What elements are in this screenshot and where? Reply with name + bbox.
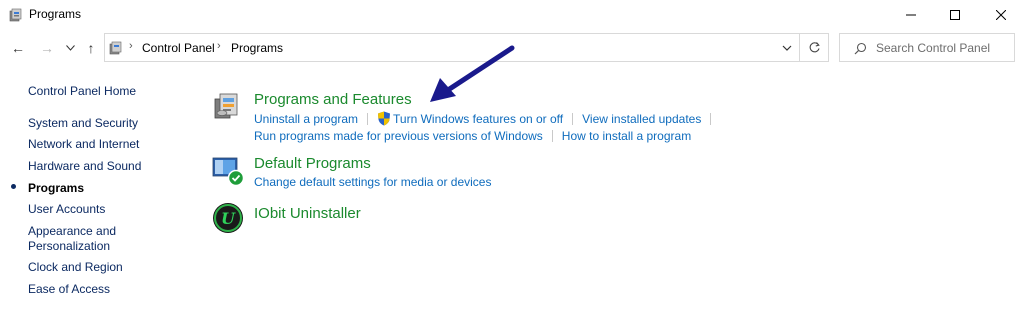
minimize-button[interactable] [888,0,934,30]
breadcrumb-separator[interactable]: › [129,40,133,52]
link-divider [551,130,553,142]
forward-button[interactable]: → [37,38,57,58]
sidebar-item-appearance-line1[interactable]: Appearance and [28,224,116,239]
control-panel-icon [9,8,22,22]
recent-locations-button[interactable] [60,38,80,58]
title-bar: Programs [0,0,1024,30]
refresh-button[interactable] [800,33,829,62]
sidebar-item-control-panel-home[interactable]: Control Panel Home [28,84,136,99]
up-arrow-icon: ↑ [87,40,95,56]
programs-and-features-title[interactable]: Programs and Features [254,91,412,108]
sidebar-item-system-and-security[interactable]: System and Security [28,116,138,131]
how-to-install-program-link[interactable]: How to install a program [562,129,691,143]
turn-windows-features-link[interactable]: Turn Windows features on or off [393,112,563,126]
sidebar-item-network-and-internet[interactable]: Network and Internet [28,137,139,152]
maximize-button[interactable] [932,0,978,30]
forward-arrow-icon: → [40,40,54,56]
back-arrow-icon: ← [11,40,25,56]
uac-shield-icon [378,111,391,126]
annotation-arrow-icon [430,45,515,102]
uninstall-program-link[interactable]: Uninstall a program [254,112,358,126]
sidebar-item-appearance-line2[interactable]: Personalization [28,239,110,254]
default-programs-links: Change default settings for media or dev… [254,175,491,189]
sidebar-item-ease-of-access[interactable]: Ease of Access [28,282,110,297]
programs-features-icon[interactable] [212,91,242,121]
view-installed-updates-link[interactable]: View installed updates [582,112,701,126]
sidebar-item-hardware-and-sound[interactable]: Hardware and Sound [28,159,141,174]
minimize-icon [906,14,916,16]
link-divider [572,112,574,125]
sidebar-item-user-accounts[interactable]: User Accounts [28,202,105,217]
programs-and-features-links-row1: Uninstall a program Turn Windows feature… [254,111,720,126]
link-divider [710,112,712,125]
breadcrumb-control-panel[interactable]: Control Panel [142,41,215,55]
back-button[interactable]: ← [8,38,28,58]
search-icon [854,42,867,55]
iobit-logo-letter: U [221,209,236,228]
search-input[interactable] [876,39,1010,57]
up-button[interactable]: ↑ [81,38,101,58]
programs-and-features-links-row2: Run programs made for previous versions … [254,129,691,143]
change-default-settings-link[interactable]: Change default settings for media or dev… [254,175,491,189]
default-programs-title[interactable]: Default Programs [254,155,371,172]
iobit-uninstaller-title[interactable]: IObit Uninstaller [254,205,361,222]
window-title: Programs [29,7,82,21]
current-item-bullet [11,184,16,189]
close-icon [996,10,1006,20]
sidebar-item-clock-and-region[interactable]: Clock and Region [28,260,123,275]
control-panel-icon [109,41,122,55]
refresh-icon [809,42,820,53]
iobit-uninstaller-icon[interactable]: U [212,202,244,234]
breadcrumb-separator[interactable]: › [217,40,221,52]
search-box[interactable] [839,33,1015,62]
breadcrumb-programs[interactable]: Programs [231,41,283,55]
close-button[interactable] [978,0,1024,30]
run-older-programs-link[interactable]: Run programs made for previous versions … [254,129,543,143]
default-programs-icon[interactable] [212,155,244,187]
link-divider [367,112,369,125]
chevron-down-icon[interactable] [781,42,793,54]
maximize-icon [950,10,960,20]
chevron-down-icon [65,45,75,51]
sidebar-item-programs: Programs [28,181,85,195]
